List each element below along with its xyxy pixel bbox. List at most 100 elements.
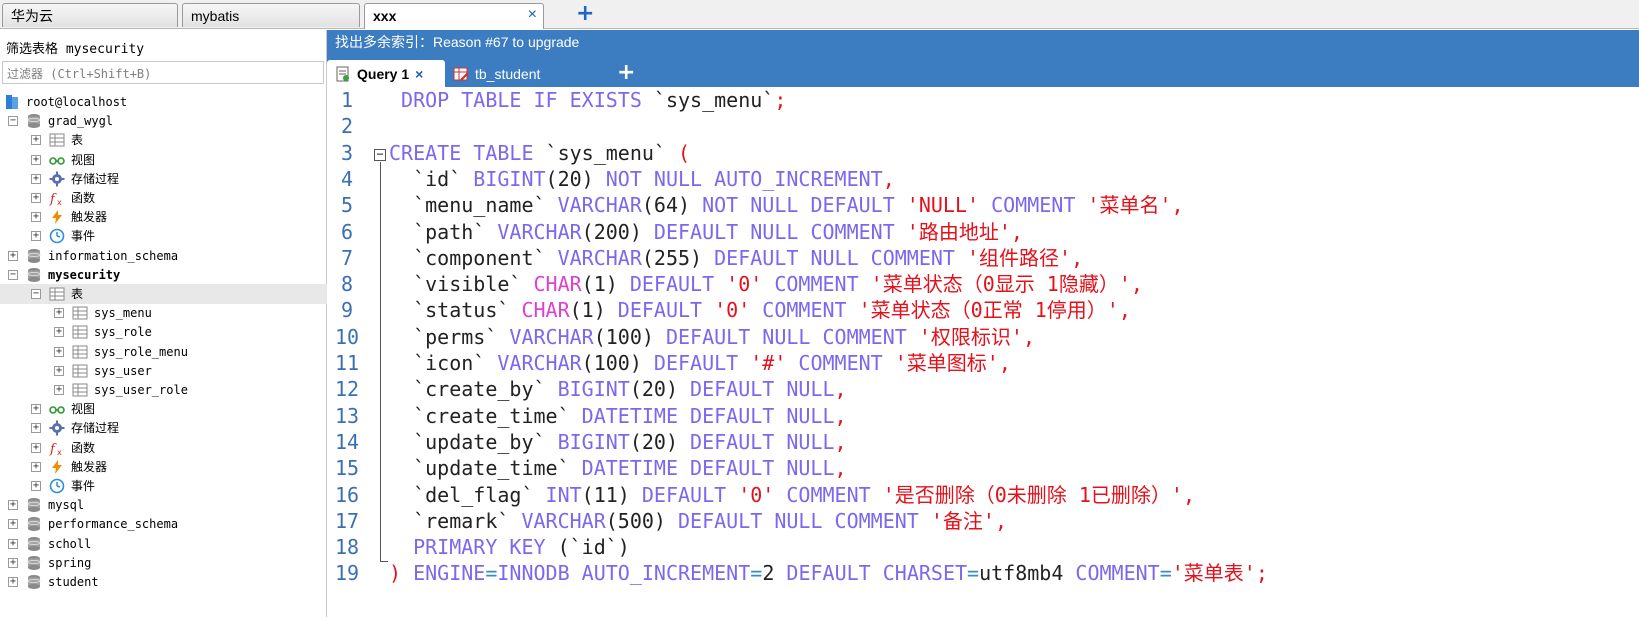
expand-icon[interactable]: + <box>31 481 41 491</box>
fold-toggle-icon[interactable]: − <box>374 148 386 161</box>
code-line[interactable]: `visible` CHAR(1) DEFAULT '0' COMMENT '菜… <box>389 271 1143 297</box>
code-token: = <box>750 561 763 586</box>
close-icon[interactable]: × <box>415 66 423 82</box>
database-icon <box>26 248 42 264</box>
code-line[interactable]: `component` VARCHAR(255) DEFAULT NULL CO… <box>389 245 1083 271</box>
line-number: 15 <box>334 456 360 481</box>
tree-item[interactable]: + f x 函数 <box>0 188 327 208</box>
code-line[interactable]: `update_time` DATETIME DEFAULT NULL, <box>389 455 847 481</box>
tree-item-label: 函数 <box>71 191 96 205</box>
expand-icon[interactable]: + <box>31 442 41 453</box>
expand-icon[interactable]: + <box>8 250 18 261</box>
tree-item-label: information_schema <box>48 248 179 263</box>
code-token: (20) <box>629 377 691 402</box>
code-line[interactable]: ) ENGINE=INNODB AUTO_INCREMENT=2 DEFAULT… <box>389 560 1268 586</box>
code-token: , <box>1071 245 1084 270</box>
code-line[interactable]: PRIMARY KEY (`id`) <box>389 534 630 560</box>
code-line[interactable]: `create_by` BIGINT(20) DEFAULT NULL, <box>389 376 847 402</box>
tree-item[interactable]: + performance_schema <box>0 514 327 534</box>
tree-item[interactable]: + 存储过程 <box>0 418 327 438</box>
tree-item[interactable]: + 视图 <box>0 399 327 419</box>
expand-icon[interactable]: + <box>31 154 41 165</box>
expand-icon[interactable]: + <box>31 193 41 203</box>
code-line[interactable]: `status` CHAR(1) DEFAULT '0' COMMENT '菜单… <box>389 297 1131 323</box>
code-line[interactable]: DROP TABLE IF EXISTS `sys_menu`; <box>389 87 786 113</box>
tree-item-label: 函数 <box>71 440 96 455</box>
conn-tab-mybatis[interactable]: mybatis <box>182 3 360 27</box>
tree-item[interactable]: − grad_wygl <box>0 111 327 131</box>
expand-icon[interactable]: + <box>31 135 41 146</box>
expand-icon[interactable]: + <box>8 557 18 568</box>
tree-item[interactable]: − mysecurity <box>0 265 327 285</box>
expand-icon[interactable]: + <box>31 173 41 184</box>
tree-item[interactable]: root@localhost <box>0 92 327 112</box>
add-query-tab-button[interactable]: + <box>617 60 635 86</box>
tree-item[interactable]: + spring <box>0 553 327 573</box>
upgrade-banner[interactable]: 找出多余索引：Reason #67 to upgrade <box>335 33 579 51</box>
code-line[interactable]: `remark` VARCHAR(500) DEFAULT NULL COMME… <box>389 508 1007 534</box>
expand-icon[interactable]: + <box>54 327 64 338</box>
tree-item[interactable]: + 触发器 <box>0 457 327 477</box>
query-icon <box>336 66 349 82</box>
code-line[interactable]: `update_by` BIGINT(20) DEFAULT NULL, <box>389 429 847 455</box>
conn-tab-xxx[interactable]: xxx × <box>364 3 544 29</box>
expand-icon[interactable]: + <box>31 461 41 472</box>
collapse-icon[interactable]: − <box>8 116 18 127</box>
expand-icon[interactable]: + <box>31 423 41 434</box>
expand-icon[interactable]: + <box>54 365 64 376</box>
tree-item[interactable]: + f x 函数 <box>0 438 327 458</box>
tree-item[interactable]: + 视图 <box>0 150 327 170</box>
view-icon <box>49 152 65 168</box>
tree-item[interactable]: + 存储过程 <box>0 169 327 189</box>
filter-input[interactable]: 过滤器 (Ctrl+Shift+B) <box>2 61 324 84</box>
code-line[interactable]: `perms` VARCHAR(100) DEFAULT NULL COMMEN… <box>389 324 1035 350</box>
tree-item[interactable]: + 表 <box>0 130 327 150</box>
tree-item[interactable]: + 事件 <box>0 476 327 496</box>
tab-tb-student[interactable]: tb_student <box>445 60 605 87</box>
tree-item[interactable]: + sys_role_menu <box>0 342 327 362</box>
code-token: DEFAULT <box>641 482 739 507</box>
sql-editor[interactable]: 1 2 3 4 5 6 7 8 9 10 11 12 13 14 15 16 17 18 19 − DROP TAB… <box>327 87 1639 617</box>
tree-item[interactable]: − 表 <box>0 284 327 304</box>
tree-item[interactable]: + sys_role <box>0 322 327 342</box>
tree-item[interactable]: + student <box>0 572 327 592</box>
tree-item-label: 事件 <box>71 479 96 493</box>
code-token: CREATE TABLE <box>389 140 546 165</box>
code-line[interactable]: `id` BIGINT(20) NOT NULL AUTO_INCREMENT, <box>389 166 895 192</box>
tree-item[interactable]: + 事件 <box>0 226 327 246</box>
expand-icon[interactable]: + <box>8 500 18 511</box>
code-token: = <box>967 561 980 586</box>
tree-item[interactable]: + information_schema <box>0 246 327 266</box>
tree-item[interactable]: + 触发器 <box>0 207 327 227</box>
code-line[interactable]: `path` VARCHAR(200) DEFAULT NULL COMMENT… <box>389 219 1023 245</box>
expand-icon[interactable]: + <box>8 577 18 587</box>
expand-icon[interactable]: + <box>54 308 64 319</box>
code-line[interactable]: CREATE TABLE `sys_menu` ( <box>389 140 690 166</box>
expand-icon[interactable]: + <box>54 346 64 357</box>
collapse-icon[interactable]: − <box>8 269 18 280</box>
conn-tab-huaweiyun[interactable]: 华为云 <box>2 3 178 27</box>
code-line[interactable]: `create_time` DATETIME DEFAULT NULL, <box>389 403 847 429</box>
tree-item[interactable]: + mysql <box>0 495 327 515</box>
tree-item[interactable]: + scholl <box>0 534 327 554</box>
code-token: '菜单表' <box>1171 561 1256 586</box>
table-icon <box>72 382 88 398</box>
tree-item[interactable]: + sys_menu <box>0 303 327 323</box>
expand-icon[interactable]: + <box>31 231 41 242</box>
expand-icon[interactable]: + <box>54 385 64 395</box>
table-folder-icon <box>49 286 65 302</box>
code-token: BIGINT <box>557 429 630 454</box>
close-icon[interactable]: × <box>528 6 537 24</box>
tab-query-1[interactable]: Query 1 × <box>327 60 445 87</box>
expand-icon[interactable]: + <box>31 212 41 223</box>
expand-icon[interactable]: + <box>8 538 18 549</box>
code-line[interactable]: `menu_name` VARCHAR(64) NOT NULL DEFAULT… <box>389 192 1183 218</box>
expand-icon[interactable]: + <box>8 519 18 530</box>
add-connection-tab-button[interactable]: + <box>576 2 594 26</box>
expand-icon[interactable]: + <box>31 404 41 415</box>
collapse-icon[interactable]: − <box>31 289 41 299</box>
tree-item[interactable]: + sys_user <box>0 361 327 381</box>
tree-item[interactable]: + sys_user_role <box>0 380 327 400</box>
code-line[interactable]: `icon` VARCHAR(100) DEFAULT '#' COMMENT … <box>389 350 1011 376</box>
code-line[interactable]: `del_flag` INT(11) DEFAULT '0' COMMENT '… <box>389 482 1195 508</box>
